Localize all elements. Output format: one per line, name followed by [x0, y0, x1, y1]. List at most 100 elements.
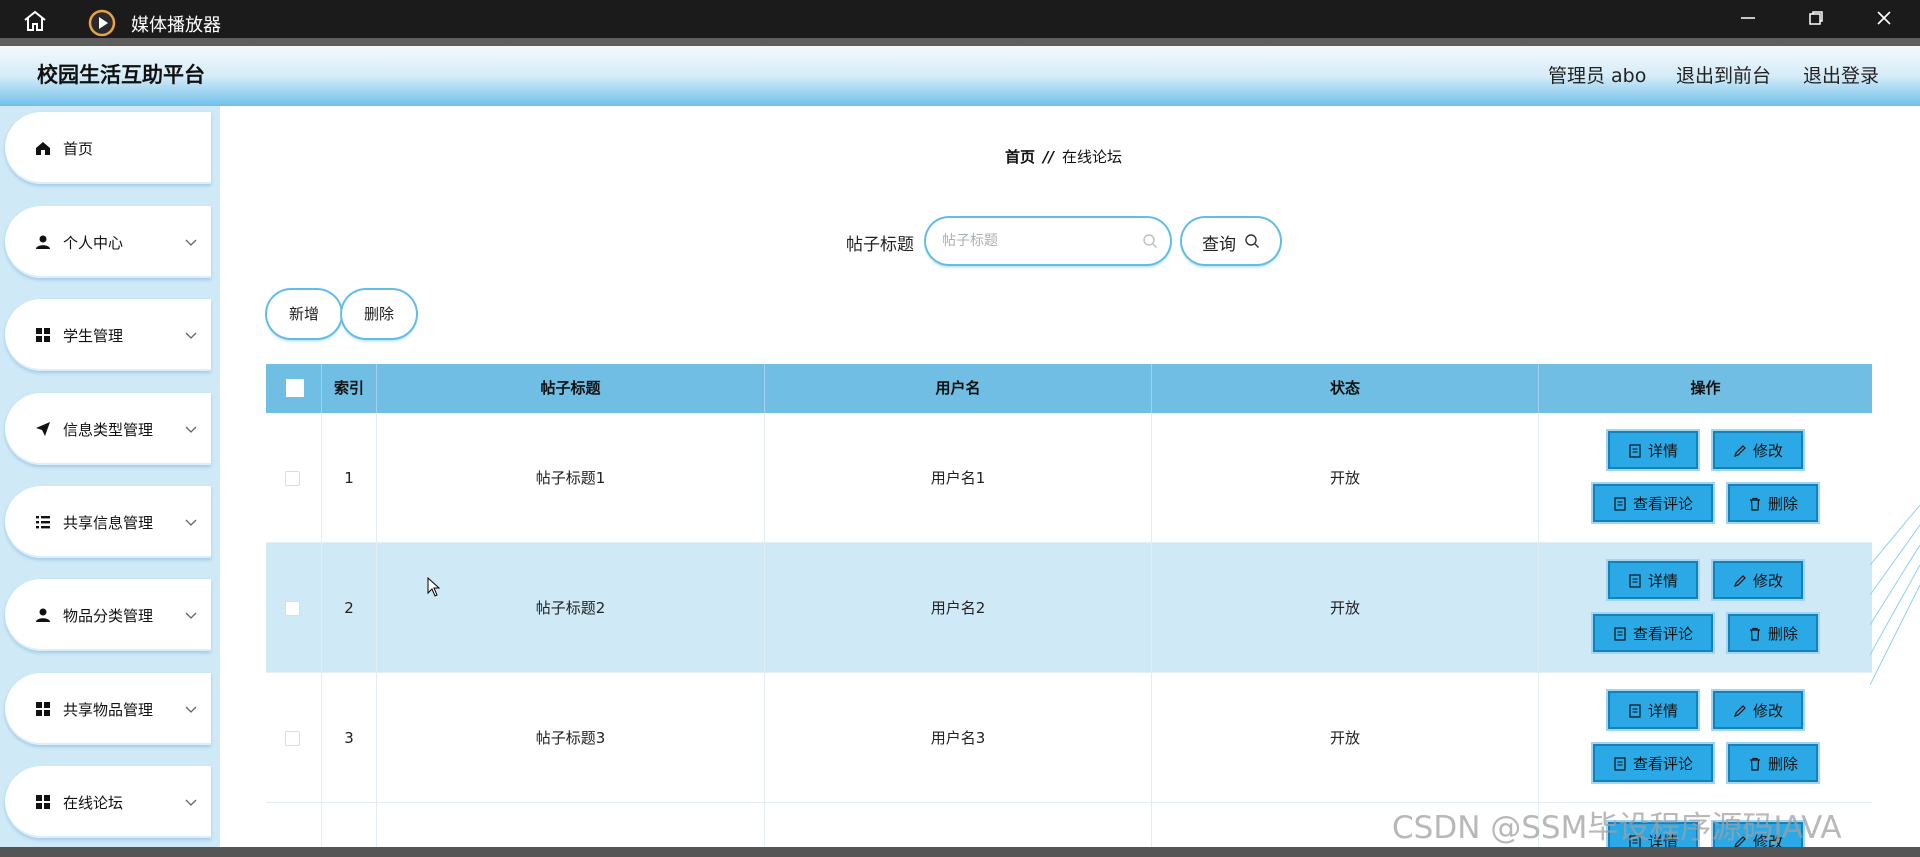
chevron-down-icon	[185, 332, 197, 339]
select-all-checkbox[interactable]	[286, 379, 304, 397]
actions-cell	[1539, 673, 1872, 803]
column-header-username: 用户名	[765, 364, 1152, 413]
home-icon	[36, 142, 50, 155]
detail-button-label: 详情	[1647, 442, 1678, 460]
sidebar-item-personal-center[interactable]: 个人中心	[5, 206, 211, 278]
table-row: 2 帖子标题2 用户名2 开放 详情 修改 查看评论 删除	[266, 543, 1872, 673]
sidebar-item-home[interactable]: 首页	[5, 112, 211, 184]
username-cell: 用户名3	[765, 673, 1152, 803]
chevron-down-icon	[185, 519, 197, 526]
sidebar-item-online-forum[interactable]: 在线论坛	[5, 766, 211, 838]
sidebar-item-shared-item-management[interactable]: 共享物品管理	[5, 673, 211, 745]
sidebar-item-label: 共享信息管理	[63, 514, 154, 532]
row-delete-button-label: 删除	[1767, 755, 1798, 773]
close-button[interactable]	[1869, 8, 1899, 32]
admin-user-link[interactable]: 管理员 abo	[1548, 61, 1646, 88]
row-checkbox[interactable]	[285, 731, 300, 746]
edit-button[interactable]: 修改	[1713, 431, 1803, 469]
table-row: 1 帖子标题1 用户名1 开放 详情 修改 查看评论 删除	[266, 413, 1872, 543]
view-comments-button-label: 查看评论	[1632, 755, 1693, 773]
view-comments-button[interactable]: 查看评论	[1593, 744, 1713, 782]
chevron-down-icon	[185, 706, 197, 713]
sidebar-item-item-category-management[interactable]: 物品分类管理	[5, 579, 211, 651]
search-field[interactable]	[926, 218, 1170, 264]
exit-to-front-link[interactable]: 退出到前台	[1676, 61, 1771, 88]
breadcrumb-current: 在线论坛	[1061, 148, 1122, 166]
index-cell: 3	[322, 673, 377, 803]
titlebar-divider	[0, 38, 1920, 46]
edit-button-label: 修改	[1752, 702, 1783, 720]
window-title: 媒体播放器	[131, 15, 221, 36]
index-cell	[322, 803, 377, 847]
header-select-cell	[266, 364, 322, 413]
trash-icon	[1749, 757, 1760, 771]
sidebar-item-label: 信息类型管理	[63, 421, 154, 439]
sidebar-item-label: 物品分类管理	[63, 607, 154, 625]
search-icon	[1143, 234, 1157, 248]
document-icon	[1614, 627, 1626, 641]
view-comments-button[interactable]: 查看评论	[1593, 614, 1713, 652]
grid-icon	[36, 702, 50, 716]
delete-button[interactable]: 删除	[342, 290, 416, 338]
sidebar-item-label: 共享物品管理	[63, 701, 154, 719]
title-cell: 帖子标题3	[377, 673, 765, 803]
detail-button[interactable]: 详情	[1608, 561, 1698, 599]
row-checkbox[interactable]	[285, 601, 300, 616]
chevron-down-icon	[185, 799, 197, 806]
home-icon[interactable]	[22, 10, 48, 32]
row-delete-button-label: 删除	[1767, 625, 1798, 643]
edit-icon	[1734, 445, 1746, 457]
chevron-down-icon	[185, 426, 197, 433]
minimize-button[interactable]	[1733, 8, 1763, 32]
sidebar-item-label: 在线论坛	[63, 794, 124, 812]
sidebar: 首页 个人中心 学生管理 信息类型管理 共享信息管理 物品分类管理 共享物品管理…	[0, 106, 220, 857]
edit-icon	[1734, 705, 1746, 717]
row-delete-button[interactable]: 删除	[1728, 614, 1818, 652]
sidebar-item-shared-info-management[interactable]: 共享信息管理	[5, 486, 211, 558]
edit-icon	[1734, 575, 1746, 587]
table-row: 3 帖子标题3 用户名3 开放 详情 修改 查看评论 删除	[266, 673, 1872, 803]
app-header: 校园生活互助平台 管理员 abo 退出到前台 退出登录	[0, 46, 1920, 106]
sidebar-item-label: 首页	[63, 140, 94, 158]
list-icon	[36, 516, 50, 529]
detail-button[interactable]: 详情	[1608, 691, 1698, 729]
detail-button[interactable]: 详情	[1608, 431, 1698, 469]
watermark: CSDN @SSM毕设程序源码JAVA	[1392, 810, 1842, 846]
add-button[interactable]: 新增	[267, 290, 341, 338]
user-icon	[36, 608, 50, 622]
query-button-label: 查询	[1202, 235, 1236, 255]
chevron-down-icon	[185, 239, 197, 246]
sidebar-item-student-management[interactable]: 学生管理	[5, 299, 211, 371]
title-cell: 帖子标题2	[377, 543, 765, 673]
trash-icon	[1749, 497, 1760, 511]
trash-icon	[1749, 627, 1760, 641]
edit-button[interactable]: 修改	[1713, 691, 1803, 729]
logout-link[interactable]: 退出登录	[1803, 61, 1879, 88]
search-label: 帖子标题	[846, 235, 914, 255]
row-select-cell	[266, 673, 322, 803]
mouse-cursor-icon	[427, 577, 441, 597]
row-delete-button[interactable]: 删除	[1728, 484, 1818, 522]
edit-button[interactable]: 修改	[1713, 561, 1803, 599]
sidebar-item-info-type-management[interactable]: 信息类型管理	[5, 393, 211, 465]
column-header-index: 索引	[322, 364, 377, 413]
index-cell: 2	[322, 543, 377, 673]
column-header-actions: 操作	[1690, 379, 1721, 397]
view-comments-button[interactable]: 查看评论	[1593, 484, 1713, 522]
username-cell: 用户名1	[765, 413, 1152, 543]
document-icon	[1614, 757, 1626, 771]
breadcrumb-separator: //	[1043, 148, 1054, 166]
restore-button[interactable]	[1801, 8, 1831, 32]
bottom-strip	[0, 847, 1920, 857]
search-input[interactable]	[942, 230, 1132, 252]
document-icon	[1629, 444, 1641, 458]
row-delete-button[interactable]: 删除	[1728, 744, 1818, 782]
grid-icon	[36, 328, 50, 342]
breadcrumb-home[interactable]: 首页	[1005, 148, 1035, 166]
column-header-status: 状态	[1152, 364, 1539, 413]
query-button[interactable]: 查询	[1182, 218, 1280, 264]
row-select-cell	[266, 413, 322, 543]
breadcrumb: 首页 // 在线论坛	[1005, 146, 1122, 167]
row-checkbox[interactable]	[285, 471, 300, 486]
edit-button-label: 修改	[1752, 442, 1783, 460]
